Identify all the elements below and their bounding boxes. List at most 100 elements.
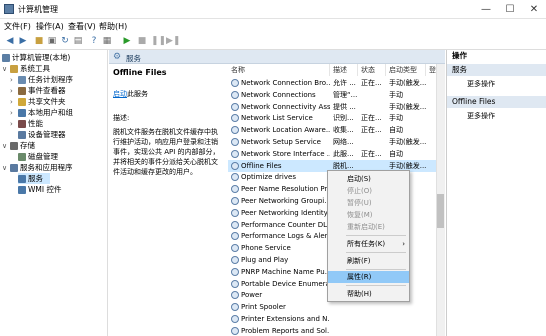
forward-icon[interactable]: ▶	[17, 36, 29, 47]
table-row[interactable]: Network Store Interface ... 此服... 正在... 自动	[228, 148, 436, 160]
tree-item-device-manager[interactable]: 设备管理器	[10, 129, 66, 140]
services-header-title: 服务	[126, 54, 141, 63]
scrollbar-thumb[interactable]	[437, 194, 444, 228]
service-startup-type: 手动	[389, 90, 403, 99]
table-row[interactable]: Network Connectivity Ass... 提供 ... 手动(触发..…	[228, 101, 436, 113]
back-icon[interactable]: ◀	[4, 36, 16, 47]
service-description: 提供 ...	[333, 102, 356, 111]
maximize-button[interactable]: ☐	[498, 0, 522, 19]
service-gear-icon	[231, 114, 239, 123]
column-startup-type[interactable]: 启动类型	[386, 64, 426, 76]
minimize-button[interactable]: —	[474, 0, 498, 19]
menu-separator	[346, 235, 406, 236]
service-name: Problem Reports and Sol...	[228, 325, 330, 336]
description-label: 描述:	[113, 114, 130, 122]
menu-file[interactable]: 文件(F)	[4, 21, 31, 32]
menu-item-restart[interactable]: 重新启动(E)	[328, 221, 409, 233]
column-description[interactable]: 描述	[330, 64, 358, 76]
service-gear-icon	[231, 197, 239, 205]
tree-item-disk-management[interactable]: 磁盘管理	[10, 151, 58, 162]
pause-service-icon[interactable]: ❚❚	[151, 36, 166, 47]
menu-item-start[interactable]: 启动(S)	[328, 173, 409, 185]
tree-item-event-viewer[interactable]: › 事件查看器	[10, 85, 66, 96]
column-logon[interactable]: 登	[426, 64, 436, 76]
services-apps-icon	[10, 164, 18, 172]
service-gear-icon	[231, 102, 239, 111]
table-row[interactable]: Network Setup Service 网络... 手动(触发...	[228, 136, 436, 148]
menu-help[interactable]: 帮助(H)	[99, 21, 127, 32]
help-icon[interactable]: ?	[88, 36, 100, 47]
service-gear-icon	[231, 79, 239, 87]
more-actions-offline-files[interactable]: 更多操作	[467, 111, 495, 121]
table-row[interactable]: Network Location Aware... 收集... 正在... 自动	[228, 124, 436, 136]
service-name: Power	[228, 289, 330, 301]
export-icon[interactable]: ▤	[72, 36, 84, 47]
tree-item-task-scheduler[interactable]: › 任务计划程序	[10, 74, 73, 85]
service-gear-icon	[231, 267, 239, 276]
menu-item-pause[interactable]: 暂停(U)	[328, 197, 409, 209]
folder-icon	[18, 98, 26, 106]
refresh-icon[interactable]: ↻	[59, 36, 71, 47]
tree-item-performance[interactable]: › 性能	[10, 118, 43, 129]
table-row[interactable]: Print Spooler	[228, 301, 436, 313]
service-gear-icon	[231, 291, 239, 300]
device-manager-icon	[18, 131, 26, 139]
gear-icon	[18, 175, 26, 183]
window-title: 计算机管理	[18, 5, 58, 14]
tree-item-wmi-control[interactable]: WMI 控件	[18, 184, 61, 195]
table-row[interactable]: Network List Service 识别... 正在... 手动	[228, 112, 436, 124]
restart-service-icon[interactable]: ▶❚	[166, 36, 180, 47]
properties-icon[interactable]: ▦	[101, 36, 113, 47]
toolbar: ◀ ▶ ■ ▣ ↻ ▤ ? ▦ ▶ ■ ❚❚ ▶❚	[0, 34, 546, 50]
column-name[interactable]: 名称	[228, 64, 330, 76]
start-service-icon[interactable]: ▶	[121, 36, 133, 47]
tree-item-storage[interactable]: ∨ 存储	[2, 140, 35, 151]
service-name: PNRP Machine Name Pu...	[228, 266, 330, 278]
service-startup-type: 手动(触发...	[389, 79, 427, 87]
actions-header: 操作	[447, 50, 546, 62]
folder-up-icon[interactable]: ■	[33, 36, 45, 47]
menu-item-help[interactable]: 帮助(H)	[328, 288, 409, 300]
menu-item-properties[interactable]: 属性(R)	[328, 271, 409, 283]
service-name: Network Store Interface ...	[228, 148, 330, 160]
menu-action[interactable]: 操作(A)	[36, 21, 64, 32]
service-description: 此服...	[333, 149, 354, 158]
show-tree-icon[interactable]: ▣	[46, 36, 58, 47]
table-row[interactable]: Problem Reports and Sol...	[228, 325, 436, 336]
tree-item-services[interactable]: 服务	[18, 173, 50, 184]
service-gear-icon	[231, 185, 239, 194]
stop-service-icon[interactable]: ■	[136, 36, 148, 47]
menu-item-stop[interactable]: 停止(O)	[328, 185, 409, 197]
tree-item-shared-folders[interactable]: › 共享文件夹	[10, 96, 66, 107]
menu-item-all-tasks[interactable]: 所有任务(K) ›	[328, 238, 409, 250]
table-row[interactable]: Network Connection Bro... 允许 ... 正在... 手动(触…	[228, 77, 436, 89]
menu-item-resume[interactable]: 恢复(M)	[328, 209, 409, 221]
actions-group-services[interactable]: 服务	[447, 64, 546, 76]
service-gear-icon	[231, 315, 239, 323]
column-status[interactable]: 状态	[358, 64, 386, 76]
tree-item-services-and-apps[interactable]: ∨ 服务和应用程序	[2, 162, 73, 173]
service-name: Peer Name Resolution Pr...	[228, 183, 330, 195]
menu-item-refresh[interactable]: 刷新(F)	[328, 255, 409, 267]
tree-item-local-users[interactable]: › 本地用户和组	[10, 107, 73, 118]
chevron-down-icon[interactable]: ∨	[2, 163, 10, 174]
start-service-link[interactable]: 启动	[113, 90, 127, 98]
more-actions-services[interactable]: 更多操作	[467, 79, 495, 89]
service-gear-icon	[231, 326, 239, 335]
service-gear-icon	[231, 256, 239, 264]
menu-separator	[346, 285, 406, 286]
table-row[interactable]: Printer Extensions and N...	[228, 313, 436, 325]
service-gear-icon	[231, 173, 239, 182]
chevron-down-icon[interactable]: ∨	[2, 64, 10, 75]
service-name: Network Connections	[228, 89, 330, 101]
table-row[interactable]: Network Connections 管理“... 手动	[228, 89, 436, 101]
service-gear-icon	[231, 279, 239, 288]
tree-item-system-tools[interactable]: ∨ 系统工具	[2, 63, 50, 74]
chevron-down-icon[interactable]: ∨	[2, 141, 10, 152]
service-name: Network List Service	[228, 112, 330, 124]
actions-group-offline-files[interactable]: Offline Files	[447, 96, 546, 108]
tree-item-computer-management[interactable]: 计算机管理(本地)	[2, 52, 70, 63]
close-button[interactable]: ✕	[522, 0, 546, 19]
gear-icon: ⚙	[112, 52, 122, 62]
menu-view[interactable]: 查看(V)	[68, 21, 96, 32]
